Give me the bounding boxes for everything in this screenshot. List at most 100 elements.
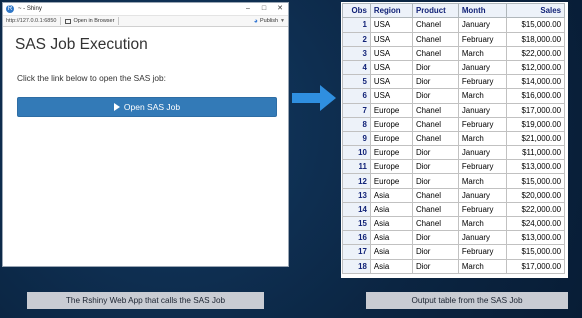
play-icon [113, 103, 120, 111]
table-row: 11 Europe Dior February $13,000.00 [342, 159, 566, 175]
cell-obs: 3 [342, 45, 371, 61]
cell-sales: $13,000.00 [505, 159, 566, 175]
chevron-down-icon: ▼ [280, 18, 285, 24]
cell-region: Europe [369, 130, 413, 147]
table-row: 17 Asia Dior February $15,000.00 [342, 244, 566, 260]
cell-obs: 9 [342, 130, 371, 147]
cell-region: USA [369, 45, 413, 61]
cell-month: March [457, 216, 507, 232]
cell-obs: 6 [342, 88, 371, 104]
cell-obs: 1 [342, 17, 371, 33]
cell-region: Europe [369, 173, 413, 189]
cell-obs: 15 [342, 216, 371, 232]
cell-product: Dior [411, 173, 459, 189]
cell-month: February [457, 159, 507, 175]
cell-obs: 5 [342, 74, 371, 90]
cell-region: Asia [369, 216, 413, 232]
cell-obs: 14 [342, 201, 371, 218]
url-text: http://127.0.0.1:6850 [6, 18, 57, 24]
cell-sales: $19,000.00 [505, 116, 566, 132]
cell-obs: 11 [342, 159, 371, 175]
cell-month: January [457, 187, 507, 203]
cell-product: Chanel [411, 216, 459, 232]
cell-sales: $16,000.00 [505, 88, 566, 104]
cell-sales: $21,000.00 [505, 130, 566, 147]
open-in-browser-button[interactable]: Open in Browser [65, 18, 114, 24]
cell-month: March [457, 130, 507, 147]
cell-region: USA [369, 17, 413, 33]
table-row: 16 Asia Dior January $13,000.00 [342, 230, 566, 246]
publish-button[interactable]: ◕ Publish ▼ [254, 18, 285, 25]
minimize-icon[interactable]: – [240, 3, 256, 15]
cell-product: Chanel [411, 201, 459, 218]
cell-product: Dior [411, 244, 459, 260]
caption-right: Output table from the SAS Job [366, 292, 568, 309]
arrow-right-icon [292, 85, 336, 111]
cell-sales: $12,000.00 [505, 59, 566, 76]
cell-month: February [457, 244, 507, 260]
cell-sales: $15,000.00 [505, 173, 566, 189]
sas-output-table: Obs Region Product Month Sales 1 USA Chane… [342, 2, 566, 274]
cell-product: Chanel [411, 17, 459, 33]
window-title: ~ - Shiny [18, 6, 42, 12]
instruction-text: Click the link below to open the SAS job… [17, 73, 166, 83]
shiny-page: SAS Job Execution Click the link below t… [3, 27, 288, 125]
cell-month: January [457, 145, 507, 161]
table-row: 4 USA Dior January $12,000.00 [342, 59, 566, 76]
column-header-sales: Sales [505, 2, 566, 19]
cell-obs: 18 [342, 258, 371, 274]
cell-sales: $13,000.00 [505, 230, 566, 246]
table-row: 6 USA Dior March $16,000.00 [342, 88, 566, 104]
cell-region: Asia [369, 201, 413, 218]
cell-region: Asia [369, 258, 413, 274]
column-header-product: Product [411, 2, 459, 19]
cell-product: Chanel [411, 31, 459, 47]
cell-product: Dior [411, 88, 459, 104]
table-row: 15 Asia Chanel March $24,000.00 [342, 216, 566, 232]
column-header-month: Month [457, 2, 507, 19]
cell-sales: $18,000.00 [505, 31, 566, 47]
table-row: 1 USA Chanel January $15,000.00 [342, 17, 566, 33]
cell-month: February [457, 201, 507, 218]
toolbar-divider [118, 17, 120, 25]
cell-product: Dior [411, 159, 459, 175]
column-header-obs: Obs [342, 2, 371, 19]
cell-product: Chanel [411, 102, 459, 118]
cell-sales: $15,000.00 [505, 244, 566, 260]
cell-obs: 7 [342, 102, 371, 118]
cell-obs: 10 [342, 145, 371, 161]
open-sas-job-button[interactable]: Open SAS Job [17, 97, 277, 117]
cell-obs: 8 [342, 116, 371, 132]
cell-product: Dior [411, 230, 459, 246]
cell-month: January [457, 17, 507, 33]
cell-product: Chanel [411, 130, 459, 147]
cell-product: Dior [411, 258, 459, 274]
cell-region: USA [369, 88, 413, 104]
table-row: 14 Asia Chanel February $22,000.00 [342, 201, 566, 218]
cell-month: February [457, 31, 507, 47]
rstudio-app-icon: R [6, 5, 14, 13]
cell-region: Asia [369, 244, 413, 260]
table-row: 18 Asia Dior March $17,000.00 [342, 258, 566, 274]
cell-sales: $24,000.00 [505, 216, 566, 232]
table-row: 12 Europe Dior March $15,000.00 [342, 173, 566, 189]
cell-month: January [457, 59, 507, 76]
maximize-icon[interactable]: □ [256, 3, 272, 15]
cell-region: USA [369, 59, 413, 76]
cell-sales: $22,000.00 [505, 201, 566, 218]
cell-sales: $17,000.00 [505, 258, 566, 274]
cell-obs: 12 [342, 173, 371, 189]
cell-obs: 17 [342, 244, 371, 260]
table-row: 8 Europe Chanel February $19,000.00 [342, 116, 566, 132]
close-icon[interactable]: ✕ [272, 3, 288, 15]
cell-product: Dior [411, 59, 459, 76]
cell-sales: $11,000.00 [505, 145, 566, 161]
cell-month: March [457, 45, 507, 61]
cell-obs: 16 [342, 230, 371, 246]
cell-sales: $15,000.00 [505, 17, 566, 33]
page-title: SAS Job Execution [15, 36, 148, 53]
cell-region: USA [369, 74, 413, 90]
open-window-icon [65, 18, 72, 24]
sas-output-panel: Obs Region Product Month Sales 1 USA Chane… [341, 2, 568, 278]
cell-region: Asia [369, 187, 413, 203]
